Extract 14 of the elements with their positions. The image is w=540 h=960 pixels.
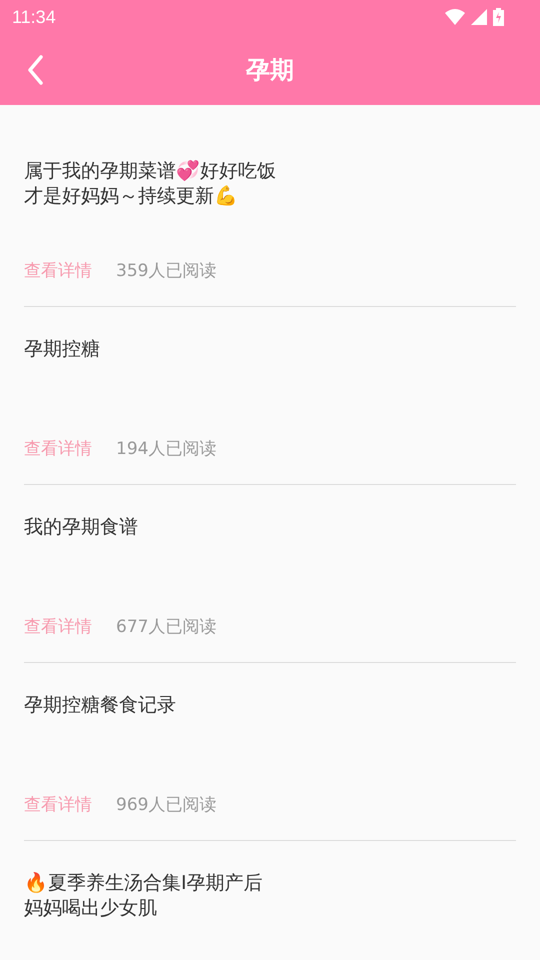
article-title[interactable]: 属于我的孕期菜谱💞好好吃饭才是好妈妈～持续更新💪: [24, 159, 279, 209]
page-title: 孕期: [246, 54, 294, 86]
status-time: 11:34: [12, 6, 56, 28]
read-count: 969人已阅读: [116, 795, 216, 815]
article-title[interactable]: 我的孕期食谱: [24, 515, 138, 540]
article-title[interactable]: 孕期控糖餐食记录: [24, 693, 176, 718]
read-count: 359人已阅读: [116, 261, 216, 281]
read-count: 194人已阅读: [116, 439, 216, 459]
wifi-icon: [445, 9, 465, 25]
battery-icon: [493, 8, 504, 26]
read-count: 677人已阅读: [116, 617, 216, 637]
article-title[interactable]: 孕期控糖: [24, 337, 100, 362]
article-title[interactable]: 🔥夏季养生汤合集I孕期产后妈妈喝出少女肌: [24, 871, 279, 921]
signal-icon: [471, 9, 487, 25]
